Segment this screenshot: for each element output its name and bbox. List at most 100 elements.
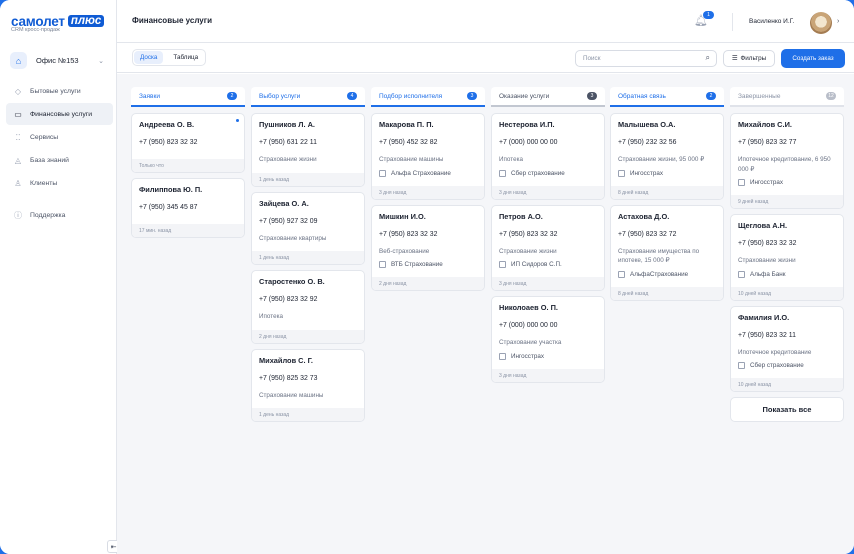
chevron-right-icon[interactable]: ›	[837, 18, 839, 25]
lead-card[interactable]: Фамилия И.О. +7 (950) 823 32 11 Ипотечное …	[730, 305, 844, 392]
create-order-button[interactable]: Создать заказ	[781, 49, 845, 68]
lead-card[interactable]: Зайцева О. А. +7 (950) 927 32 09 Страхован…	[251, 191, 365, 265]
unread-dot	[236, 119, 239, 122]
card-body: Андреева О. В. +7 (950) 823 32 32	[132, 114, 244, 159]
company-row: ВТБ Страхование	[379, 260, 477, 269]
sidebar-item-household[interactable]: ◇ Бытовые услуги	[6, 80, 113, 102]
column-header[interactable]: Обратная связь 2	[610, 87, 724, 107]
card-body: Фамилия И.О. +7 (950) 823 32 11 Ипотечное …	[731, 307, 843, 379]
column-title: Подбор исполнителя	[379, 92, 443, 100]
office-label: Офис №153	[36, 56, 79, 65]
lead-card[interactable]: Петров А.О. +7 (950) 823 32 32 Страхование…	[491, 204, 605, 291]
user-icon: ♙	[14, 179, 22, 189]
lead-card[interactable]: Малышева О.А. +7 (950) 232 32 56 Страхован…	[610, 113, 724, 200]
service-type: Страхование жизни	[499, 247, 557, 255]
card-body: Михайлов С. Г. +7 (950) 825 32 73 Страхова…	[252, 350, 364, 409]
company-name: Ингосстрах	[511, 352, 544, 360]
card-timestamp: 8 дней назад	[611, 185, 723, 199]
card-body: Макарова П. П. +7 (950) 452 32 82 Страхова…	[372, 114, 484, 186]
column-title: Выбор услуги	[259, 92, 301, 100]
column-header[interactable]: Оказание услуги 3	[491, 87, 605, 107]
column-count-badge: 4	[347, 92, 357, 100]
app-window: самолет плюс CRM кросс-продаж ⌂ Офис №15…	[0, 0, 854, 554]
lead-card[interactable]: Макарова П. П. +7 (950) 452 32 82 Страхова…	[371, 113, 485, 200]
avatar[interactable]	[810, 12, 832, 34]
card-timestamp: 2 дня назад	[252, 329, 364, 343]
sidebar-item-label: База знаний	[30, 157, 69, 165]
lead-card[interactable]: Астахова Д.О. +7 (950) 823 32 72 Страхован…	[610, 204, 724, 301]
search-placeholder: Поиск	[583, 55, 601, 62]
lead-card[interactable]: Филиппова Ю. П. +7 (950) 345 45 87 17 мин.…	[131, 178, 245, 238]
service-type: Страхование жизни, 95 000 ₽	[618, 156, 705, 163]
company-name: Альфа Банк	[750, 270, 786, 278]
client-name: Астахова Д.О.	[618, 211, 670, 221]
lead-card[interactable]: Нестерова И.П. +7 (000) 000 00 00 Ипотека С…	[491, 113, 605, 200]
lead-card[interactable]: Николоаев О. П. +7 (000) 000 00 00 Страхов…	[491, 296, 605, 383]
column-count-badge: 3	[467, 92, 477, 100]
filter-icon: ☰	[731, 55, 738, 62]
lead-card[interactable]: Старостенко О. В. +7 (950) 823 32 92 Ипоте…	[251, 270, 365, 344]
client-phone: +7 (950) 232 32 56	[618, 139, 677, 146]
column-title: Оказание услуги	[499, 92, 550, 100]
service-type: Ипотека	[259, 313, 284, 320]
client-name: Филиппова Ю. П.	[139, 185, 203, 194]
brand-subtitle: CRM кросс-продаж	[11, 27, 60, 33]
sidebar-item-knowledge[interactable]: ◬ База знаний	[6, 150, 113, 172]
show-all-button[interactable]: Показать все	[730, 397, 844, 422]
sidebar-item-services[interactable]: ⁚⁚ Сервисы	[6, 126, 113, 148]
office-selector[interactable]: ⌂ Офис №153 ⌄	[6, 48, 112, 73]
filters-button[interactable]: ☰ Фильтры	[723, 50, 775, 67]
company-row: Ингосстрах	[499, 352, 597, 361]
lead-card[interactable]: Пушников Л. А. +7 (950) 631 22 11 Страхова…	[251, 113, 365, 187]
card-body: Мишкин И.О. +7 (950) 823 32 32 Веб-страхов…	[372, 206, 484, 278]
column-header[interactable]: Выбор услуги 4	[251, 87, 365, 107]
lead-card[interactable]: Мишкин И.О. +7 (950) 823 32 32 Веб-страхов…	[371, 204, 485, 291]
brand-logo[interactable]: самолет плюс	[11, 14, 105, 28]
card-timestamp: 3 дня назад	[372, 185, 484, 199]
column-count-badge: 3	[587, 92, 597, 100]
tab-table[interactable]: Таблица	[167, 51, 204, 64]
lead-card[interactable]: Михайлов С.И. +7 (950) 823 32 77 Ипотечное…	[730, 113, 844, 209]
client-phone: +7 (000) 000 00 00	[499, 322, 558, 329]
sidebar-item-clients[interactable]: ♙ Клиенты	[6, 173, 113, 195]
card-timestamp: 3 дня назад	[492, 368, 604, 382]
card-body: Астахова Д.О. +7 (950) 823 32 72 Страхован…	[611, 206, 723, 287]
bell-icon[interactable]: 🔔︎ 1	[694, 11, 714, 30]
kanban-column: Оказание услуги 3 Нестерова И.П. +7 (000) 0…	[491, 87, 605, 388]
building-icon	[379, 261, 386, 268]
kanban-board: Заявки 2 Андреева О. В. +7 (950) 823 32 32 Т…	[117, 74, 854, 554]
column-title: Заявки	[139, 92, 160, 100]
card-timestamp: 3 дня назад	[492, 185, 604, 199]
column-header[interactable]: Подбор исполнителя 3	[371, 87, 485, 107]
client-phone: +7 (000) 000 00 00	[499, 139, 558, 146]
lead-card[interactable]: Андреева О. В. +7 (950) 823 32 32 Только ч…	[131, 113, 245, 173]
client-phone: +7 (950) 823 32 72	[618, 230, 677, 238]
sidebar-item-support[interactable]: ⓘ Поддержка	[6, 205, 113, 227]
kanban-column: Обратная связь 2 Малышева О.А. +7 (950) 232…	[610, 87, 724, 306]
card-body: Нестерова И.П. +7 (000) 000 00 00 Ипотека С…	[492, 114, 604, 186]
search-icon[interactable]: ⌕	[706, 53, 710, 63]
lead-card[interactable]: Михайлов С. Г. +7 (950) 825 32 73 Страхова…	[251, 348, 365, 422]
notification-badge: 1	[703, 11, 714, 19]
sidebar: самолет плюс CRM кросс-продаж ⌂ Офис №15…	[0, 0, 117, 554]
filters-label: Фильтры	[740, 55, 767, 62]
card-timestamp: 17 мин. назад	[132, 224, 244, 237]
client-name: Андреева О. В.	[139, 120, 195, 129]
lead-card[interactable]: Щеглова А.Н. +7 (950) 823 32 32 Страховани…	[730, 214, 844, 301]
sidebar-item-label: Финансовые услуги	[30, 110, 93, 118]
client-name: Пушников Л. А.	[259, 120, 315, 129]
client-name: Фамилия И.О.	[738, 312, 790, 322]
kanban-column: Подбор исполнителя 3 Макарова П. П. +7 (950…	[371, 87, 485, 296]
client-name: Малышева О.А.	[618, 120, 676, 129]
column-header[interactable]: Завершенные 12	[730, 87, 844, 107]
column-header[interactable]: Заявки 2	[131, 87, 245, 107]
tab-board[interactable]: Доска	[134, 51, 164, 64]
service-type: Страхование имущества по ипотеке, 15 000…	[618, 247, 700, 265]
search-input[interactable]: Поиск ⌕	[575, 50, 717, 67]
client-phone: +7 (950) 631 22 11	[259, 139, 317, 146]
toolbar: Доска Таблица Поиск ⌕ ☰ Фильтры Создать …	[117, 43, 854, 73]
user-name[interactable]: Василенко И.Г.	[749, 18, 794, 25]
sidebar-item-finance[interactable]: ▭ Финансовые услуги	[6, 103, 113, 126]
card-body: Петров А.О. +7 (950) 823 32 32 Страхование…	[492, 206, 604, 278]
card-timestamp: 10 дней назад	[731, 286, 843, 300]
